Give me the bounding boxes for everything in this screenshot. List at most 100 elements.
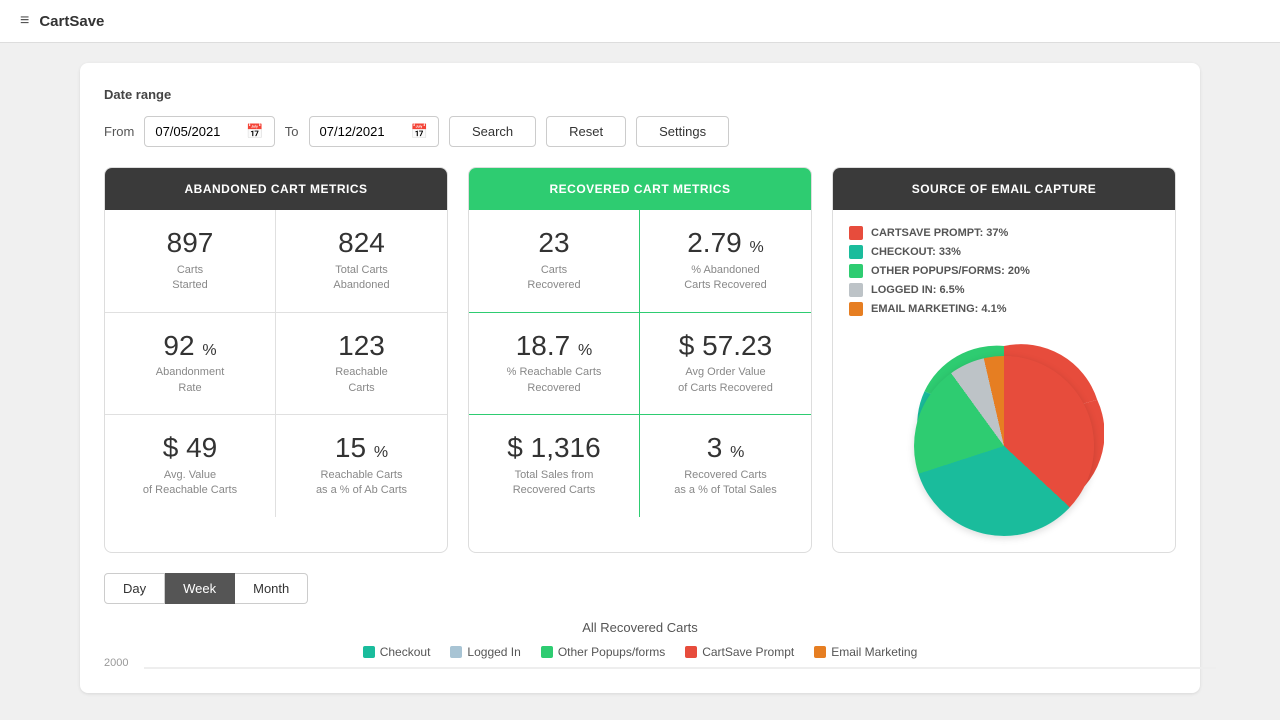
carts-recovered-label: CartsRecovered [483, 263, 625, 294]
avg-order-value-value: $ 57.23 [654, 331, 797, 362]
app-header: ≡ CartSave [0, 0, 1280, 43]
chart-legend-checkout-label: Checkout [380, 645, 431, 659]
settings-button[interactable]: Settings [636, 116, 729, 147]
avg-value-value: $ 49 [119, 433, 261, 464]
total-sales-label: Total Sales fromRecovered Carts [483, 468, 625, 499]
tab-week[interactable]: Week [165, 573, 235, 604]
carts-started-cell: 897 CartsStarted [105, 210, 276, 313]
tab-day[interactable]: Day [104, 573, 165, 604]
to-date-field[interactable] [320, 124, 405, 139]
to-date-input[interactable]: 📅 [309, 116, 439, 147]
legend-popups-dot [849, 264, 863, 278]
carts-recovered-value: 23 [483, 228, 625, 259]
total-carts-abandoned-value: 824 [290, 228, 433, 259]
avg-order-value-cell: $ 57.23 Avg Order Valueof Carts Recovere… [640, 313, 811, 416]
chart-legend-popups-label: Other Popups/forms [558, 645, 665, 659]
legend-logged-in-label: LOGGED IN: 6.5% [871, 284, 965, 296]
chart-legend: Checkout Logged In Other Popups/forms Ca… [104, 645, 1176, 659]
legend-cartsave-dot [849, 226, 863, 240]
bottom-section: Day Week Month All Recovered Carts Check… [104, 573, 1176, 669]
avg-order-value-label: Avg Order Valueof Carts Recovered [654, 365, 797, 396]
chart-legend-email-label: Email Marketing [831, 645, 917, 659]
chart-legend-logged-in: Logged In [450, 645, 520, 659]
legend-cartsave: CARTSAVE PROMPT: 37% [849, 226, 1159, 240]
total-carts-abandoned-label: Total CartsAbandoned [290, 263, 433, 294]
pie-chart-css [849, 356, 1159, 536]
date-row: From 📅 To 📅 Search Reset Settings [104, 116, 1176, 147]
recovered-cart-grid: 23 CartsRecovered 2.79 % % AbandonedCart… [469, 210, 811, 517]
chart-legend-cartsave-dot [685, 646, 697, 658]
reachable-carts-value: 123 [290, 331, 433, 362]
total-sales-cell: $ 1,316 Total Sales fromRecovered Carts [469, 415, 640, 517]
from-label: From [104, 124, 134, 139]
menu-icon: ≡ [20, 12, 29, 30]
legend-cartsave-label: CARTSAVE PROMPT: 37% [871, 227, 1008, 239]
recovered-cart-body: 23 CartsRecovered 2.79 % % AbandonedCart… [469, 210, 811, 517]
date-range-label: Date range [104, 87, 1176, 102]
tab-month[interactable]: Month [235, 573, 308, 604]
carts-started-value: 897 [119, 228, 261, 259]
search-button[interactable]: Search [449, 116, 536, 147]
reachable-pct-label: Reachable Cartsas a % of Ab Carts [290, 468, 433, 499]
pct-abandoned-recovered-cell: 2.79 % % AbandonedCarts Recovered [640, 210, 811, 313]
chart-legend-cartsave: CartSave Prompt [685, 645, 794, 659]
abandonment-rate-value: 92 % [119, 331, 261, 362]
pie-conic [914, 356, 1094, 536]
legend-checkout: CHECKOUT: 33% [849, 245, 1159, 259]
recovered-pct-total-cell: 3 % Recovered Cartsas a % of Total Sales [640, 415, 811, 517]
main-content: Date range From 📅 To 📅 Search Reset Sett… [0, 43, 1280, 718]
chart-legend-popups: Other Popups/forms [541, 645, 665, 659]
reachable-carts-label: ReachableCarts [290, 365, 433, 396]
chart-legend-popups-dot [541, 646, 553, 658]
pct-reachable-recovered-label: % Reachable CartsRecovered [483, 365, 625, 396]
from-date-input[interactable]: 📅 [144, 116, 274, 147]
pie-legend: CARTSAVE PROMPT: 37% CHECKOUT: 33% OTHER… [849, 226, 1159, 316]
tab-group: Day Week Month [104, 573, 1176, 604]
reachable-pct-value: 15 % [290, 433, 433, 464]
reachable-carts-cell: 123 ReachableCarts [276, 313, 447, 416]
chart-legend-logged-in-label: Logged In [467, 645, 520, 659]
pct-reachable-recovered-cell: 18.7 % % Reachable CartsRecovered [469, 313, 640, 416]
avg-value-label: Avg. Valueof Reachable Carts [119, 468, 261, 499]
to-calendar-icon: 📅 [411, 123, 428, 140]
from-calendar-icon: 📅 [246, 123, 263, 140]
avg-value-cell: $ 49 Avg. Valueof Reachable Carts [105, 415, 276, 517]
legend-email-dot [849, 302, 863, 316]
chart-legend-email: Email Marketing [814, 645, 917, 659]
chart-title: All Recovered Carts [104, 620, 1176, 635]
recovered-cart-card: RECOVERED CART METRICS 23 CartsRecovered… [468, 167, 812, 553]
from-date-field[interactable] [155, 124, 240, 139]
chart-baseline [144, 667, 1216, 669]
abandonment-rate-label: AbandonmentRate [119, 365, 261, 396]
chart-legend-cartsave-label: CartSave Prompt [702, 645, 794, 659]
reachable-pct-cell: 15 % Reachable Cartsas a % of Ab Carts [276, 415, 447, 517]
chart-legend-checkout-dot [363, 646, 375, 658]
recovered-cart-header: RECOVERED CART METRICS [469, 168, 811, 210]
recovered-pct-total-label: Recovered Cartsas a % of Total Sales [654, 468, 797, 499]
legend-popups: OTHER POPUPS/FORMS: 20% [849, 264, 1159, 278]
legend-checkout-label: CHECKOUT: 33% [871, 246, 961, 258]
legend-popups-label: OTHER POPUPS/FORMS: 20% [871, 265, 1030, 277]
recovered-pct-total-value: 3 % [654, 433, 797, 464]
pct-reachable-recovered-value: 18.7 % [483, 331, 625, 362]
carts-recovered-cell: 23 CartsRecovered [469, 210, 640, 313]
total-carts-abandoned-cell: 824 Total CartsAbandoned [276, 210, 447, 313]
pct-abandoned-recovered-value: 2.79 % [654, 228, 797, 259]
chart-legend-email-dot [814, 646, 826, 658]
chart-legend-checkout: Checkout [363, 645, 431, 659]
total-sales-value: $ 1,316 [483, 433, 625, 464]
reset-button[interactable]: Reset [546, 116, 626, 147]
abandoned-cart-grid: 897 CartsStarted 824 Total CartsAbandone… [105, 210, 447, 517]
y-axis-label: 2000 [104, 657, 128, 669]
legend-email-label: EMAIL MARKETING: 4.1% [871, 303, 1006, 315]
legend-checkout-dot [849, 245, 863, 259]
pct-abandoned-recovered-label: % AbandonedCarts Recovered [654, 263, 797, 294]
abandonment-rate-cell: 92 % AbandonmentRate [105, 313, 276, 416]
email-capture-body: CARTSAVE PROMPT: 37% CHECKOUT: 33% OTHER… [833, 210, 1175, 552]
legend-email: EMAIL MARKETING: 4.1% [849, 302, 1159, 316]
email-capture-header: SOURCE OF EMAIL CAPTURE [833, 168, 1175, 210]
to-label: To [285, 124, 299, 139]
carts-started-label: CartsStarted [119, 263, 261, 294]
abandoned-cart-body: 897 CartsStarted 824 Total CartsAbandone… [105, 210, 447, 517]
abandoned-cart-header: ABANDONED CART METRICS [105, 168, 447, 210]
